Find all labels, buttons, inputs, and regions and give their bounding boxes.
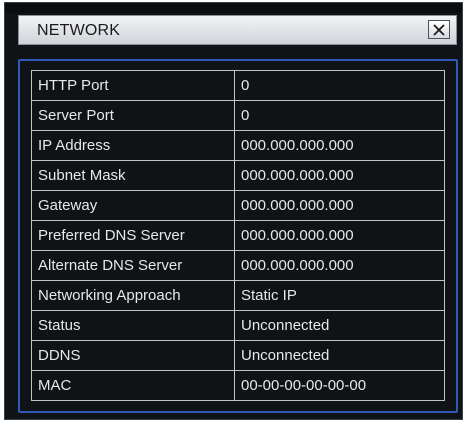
row-value: 000.000.000.000	[234, 160, 445, 191]
table-row: Subnet Mask 000.000.000.000	[31, 160, 445, 191]
row-label: MAC	[31, 370, 235, 401]
row-value: 0	[234, 100, 445, 131]
row-label: Preferred DNS Server	[31, 220, 235, 251]
table-row: MAC 00-00-00-00-00-00	[31, 370, 445, 401]
network-dialog: NETWORK HTTP Port 0 Server Port 0 IP Add…	[4, 2, 463, 420]
network-info-panel: HTTP Port 0 Server Port 0 IP Address 000…	[18, 59, 458, 413]
title-bar: NETWORK	[18, 15, 457, 45]
table-row: IP Address 000.000.000.000	[31, 130, 445, 161]
top-strip	[5, 3, 462, 13]
row-label: Networking Approach	[31, 280, 235, 311]
table-row: Server Port 0	[31, 100, 445, 131]
row-label: Server Port	[31, 100, 235, 131]
row-label: HTTP Port	[31, 70, 235, 101]
close-x-icon	[433, 23, 445, 36]
network-info-table: HTTP Port 0 Server Port 0 IP Address 000…	[31, 70, 445, 401]
row-label: Subnet Mask	[31, 160, 235, 191]
table-row: Networking Approach Static IP	[31, 280, 445, 311]
row-value: 000.000.000.000	[234, 130, 445, 161]
row-value: 000.000.000.000	[234, 220, 445, 251]
row-label: IP Address	[31, 130, 235, 161]
row-label: Status	[31, 310, 235, 341]
row-value: Unconnected	[234, 340, 445, 371]
row-label: DDNS	[31, 340, 235, 371]
row-value: 000.000.000.000	[234, 190, 445, 221]
close-button[interactable]	[428, 20, 450, 39]
table-row: Gateway 000.000.000.000	[31, 190, 445, 221]
row-value: 00-00-00-00-00-00	[234, 370, 445, 401]
table-row: HTTP Port 0	[31, 70, 445, 101]
table-row: Preferred DNS Server 000.000.000.000	[31, 220, 445, 251]
row-label: Alternate DNS Server	[31, 250, 235, 281]
row-value: Unconnected	[234, 310, 445, 341]
row-label: Gateway	[31, 190, 235, 221]
dialog-title: NETWORK	[37, 22, 121, 39]
table-row: Alternate DNS Server 000.000.000.000	[31, 250, 445, 281]
table-row: DDNS Unconnected	[31, 340, 445, 371]
row-value: 000.000.000.000	[234, 250, 445, 281]
table-row: Status Unconnected	[31, 310, 445, 341]
row-value: Static IP	[234, 280, 445, 311]
row-value: 0	[234, 70, 445, 101]
